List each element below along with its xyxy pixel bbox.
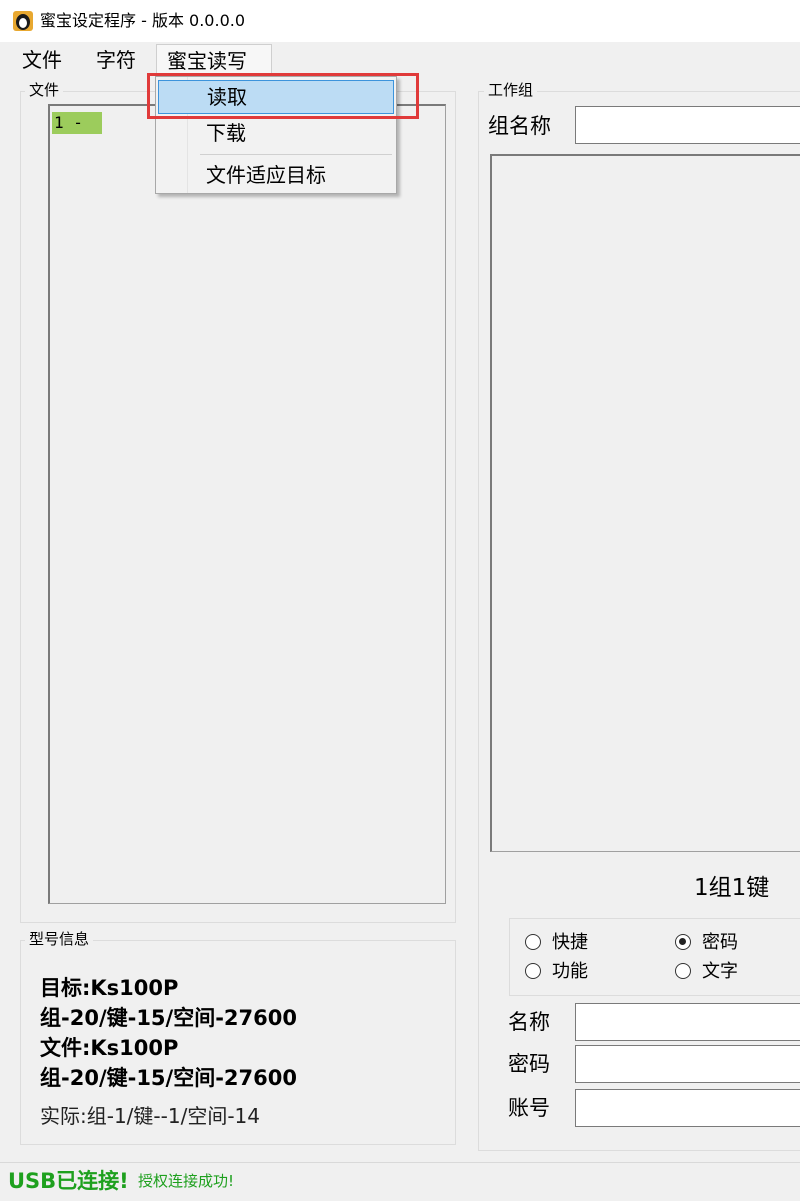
group-name-input[interactable] (575, 106, 800, 144)
file-groupbox-title: 文件 (25, 81, 64, 99)
group-name-label: 组名称 (488, 114, 551, 138)
account-input[interactable] (575, 1089, 800, 1127)
menu-file[interactable]: 文件 (12, 44, 72, 76)
window-title: 蜜宝设定程序 - 版本 0.0.0.0 (40, 11, 246, 30)
model-target: 目标:Ks100P (40, 976, 179, 1000)
model-target-spec: 组-20/键-15/空间-27600 (40, 1006, 297, 1030)
name-input[interactable] (575, 1003, 800, 1041)
key-position-label: 1组1键 (694, 875, 770, 901)
work-group-title: 工作组 (484, 81, 538, 99)
account-label: 账号 (508, 1096, 550, 1120)
model-actual: 实际:组-1/键--1/空间-14 (40, 1104, 260, 1128)
password-input[interactable] (575, 1045, 800, 1083)
radio-text-label: 文字 (702, 961, 738, 982)
dropdown-separator (200, 154, 392, 155)
key-type-groupbox (509, 918, 800, 996)
model-info-title: 型号信息 (25, 930, 94, 948)
menu-characters[interactable]: 字符 (86, 44, 146, 76)
model-file: 文件:Ks100P (40, 1036, 179, 1060)
radio-shortcut-circle[interactable] (525, 934, 541, 950)
auth-status: 授权连接成功! (138, 1172, 235, 1190)
radio-password-label: 密码 (702, 932, 738, 953)
model-file-spec: 组-20/键-15/空间-27600 (40, 1066, 297, 1090)
keys-list[interactable] (490, 154, 800, 852)
annotation-highlight-box (147, 73, 419, 119)
name-label: 名称 (508, 1010, 550, 1034)
menu-mibao-read-write[interactable]: 蜜宝读写 (156, 44, 272, 76)
usb-status: USB已连接! (8, 1169, 129, 1193)
file-list-item[interactable]: 1 - (52, 112, 102, 134)
file-list[interactable] (48, 104, 446, 904)
radio-text-circle[interactable] (675, 963, 691, 979)
radio-shortcut-label: 快捷 (552, 932, 588, 953)
radio-password-circle[interactable] (675, 934, 691, 950)
app-icon (13, 11, 33, 31)
menu-item-fit-file-to-target[interactable]: 文件适应目标 (158, 158, 394, 192)
password-label: 密码 (508, 1052, 550, 1076)
radio-function-label: 功能 (552, 961, 588, 982)
radio-function-circle[interactable] (525, 963, 541, 979)
menu-item-download[interactable]: 下载 (158, 116, 394, 150)
